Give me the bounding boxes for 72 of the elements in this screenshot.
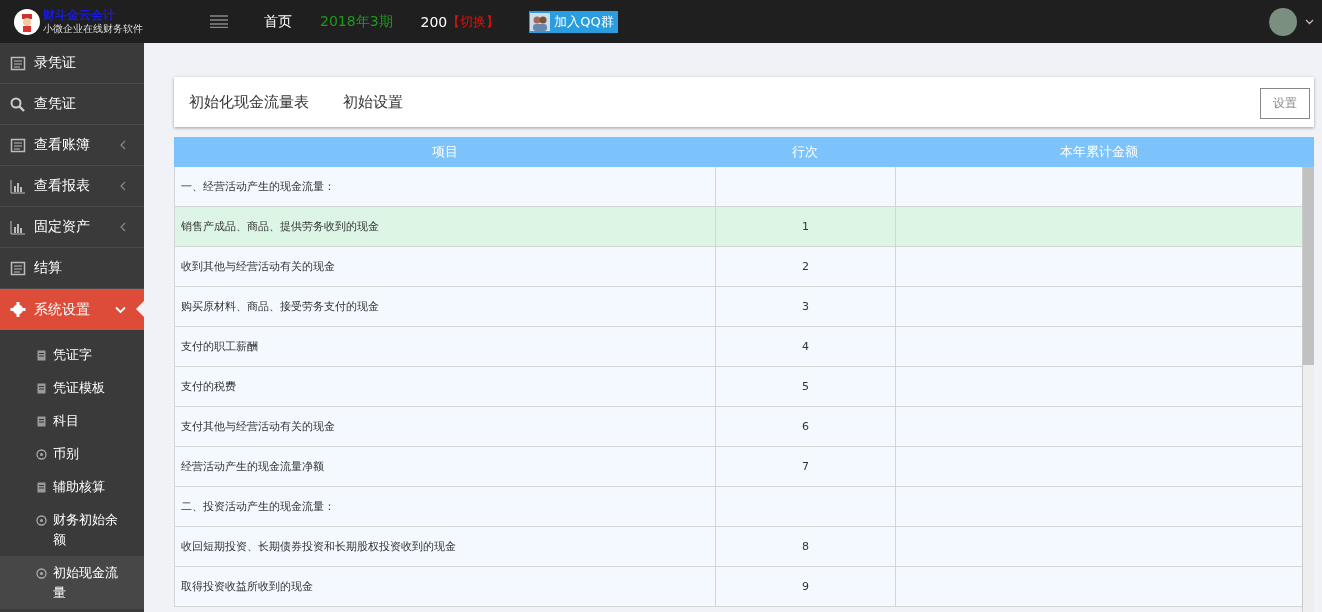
coin-icon (36, 449, 47, 460)
sidebar-item[interactable]: 查看账簿 (0, 125, 144, 166)
period-label[interactable]: 2018年3期 (320, 12, 393, 31)
line-number-cell: 8 (802, 540, 809, 553)
column-header: 项目 (430, 143, 459, 161)
table-row[interactable]: 销售产成品、商品、提供劳务收到的现金 1 (174, 207, 1302, 247)
sidebar-item[interactable]: 固定资产 (0, 207, 144, 248)
table-row[interactable]: 收回短期投资、长期债券投资和长期股权投资收到的现金 8 (174, 527, 1302, 567)
avatar[interactable] (1269, 7, 1297, 36)
column-header: 本年累计金额 (1058, 143, 1139, 161)
table-row[interactable]: 取得投资收益所收到的现金 9 (174, 567, 1302, 607)
line-number-cell: 1 (802, 220, 809, 233)
pointer-notch (136, 301, 144, 317)
item-cell: 支付其他与经营活动有关的现金 (181, 419, 335, 434)
logo-title: 财斗金云会计 (43, 9, 116, 23)
caret-icon[interactable] (1305, 18, 1314, 25)
item-cell: 经营活动产生的现金流量净额 (181, 459, 324, 474)
nav-link[interactable]: 首页 (264, 12, 292, 31)
submenu-item[interactable]: 初始现金流量 (0, 556, 144, 609)
item-cell: 二、投资活动产生的现金流量： (181, 499, 335, 514)
submenu-item[interactable]: 财务初始余额 (0, 503, 144, 556)
table-row[interactable]: 支付的税费 5 (174, 367, 1302, 407)
tab[interactable]: 初始化现金流量表 (189, 92, 309, 112)
list-icon (10, 260, 26, 276)
item-cell: 取得投资收益所收到的现金 (181, 579, 313, 594)
sidebar-item[interactable]: 查看报表 (0, 166, 144, 207)
ledger-icon (10, 137, 26, 153)
line-number-cell: 4 (802, 340, 809, 353)
table-row[interactable]: 购买原材料、商品、接受劳务支付的现金 3 (174, 287, 1302, 327)
submenu-item[interactable]: 凭证字 (0, 338, 144, 371)
item-cell: 支付的职工薪酬 (181, 339, 258, 354)
search-icon (10, 96, 26, 112)
item-cell: 收回短期投资、长期债券投资和长期股权投资收到的现金 (181, 539, 456, 554)
menu-icon[interactable] (210, 15, 228, 28)
line-number-cell: 2 (802, 260, 809, 273)
item-cell: 销售产成品、商品、提供劳务收到的现金 (181, 219, 379, 234)
table-row[interactable]: 收到其他与经营活动有关的现金 2 (174, 247, 1302, 287)
bar-chart-icon (10, 219, 26, 235)
item-cell: 收到其他与经营活动有关的现金 (181, 259, 335, 274)
submenu-item[interactable]: 辅助核算 (0, 470, 144, 503)
line-number-cell: 3 (802, 300, 809, 313)
sidebar-item[interactable]: 系统设置 (0, 289, 144, 330)
submenu-item[interactable]: 科目 (0, 404, 144, 437)
line-number-cell: 6 (802, 420, 809, 433)
logo-subtitle: 小微企业在线财务软件 (43, 22, 143, 34)
tab[interactable]: 初始设置 (343, 92, 403, 112)
coin-icon (36, 515, 47, 526)
item-cell: 一、经营活动产生的现金流量： (181, 179, 335, 194)
settings-icon (10, 302, 26, 317)
document-icon (36, 350, 47, 361)
line-number-cell: 7 (802, 460, 809, 473)
item-cell: 购买原材料、商品、接受劳务支付的现金 (181, 299, 379, 314)
table-row[interactable]: 一、经营活动产生的现金流量： (174, 167, 1302, 207)
submenu-item[interactable]: 凭证模板 (0, 371, 144, 404)
table-row[interactable]: 支付的职工薪酬 4 (174, 327, 1302, 367)
nav-link[interactable]: 200 (420, 13, 448, 30)
edit-icon (10, 55, 26, 71)
people-icon (530, 12, 551, 31)
line-number-cell: 5 (802, 380, 809, 393)
sidebar-item[interactable]: 查凭证 (0, 84, 144, 125)
table-row[interactable]: 经营活动产生的现金流量净额 7 (174, 447, 1302, 487)
bar-chart-icon (10, 178, 26, 194)
submenu-item[interactable]: 币别 (0, 437, 144, 470)
table-row[interactable]: 支付其他与经营活动有关的现金 6 (174, 407, 1302, 447)
settings-button[interactable]: 设置 (1260, 87, 1310, 119)
table-row[interactable]: 二、投资活动产生的现金流量： (174, 487, 1302, 527)
mascot-logo-icon (14, 8, 40, 35)
item-cell: 支付的税费 (181, 379, 236, 394)
line-number-cell: 9 (802, 580, 809, 593)
scrollbar-thumb[interactable] (1303, 167, 1314, 365)
column-header: 行次 (791, 143, 819, 161)
sidebar-item[interactable]: 录凭证 (0, 43, 144, 84)
